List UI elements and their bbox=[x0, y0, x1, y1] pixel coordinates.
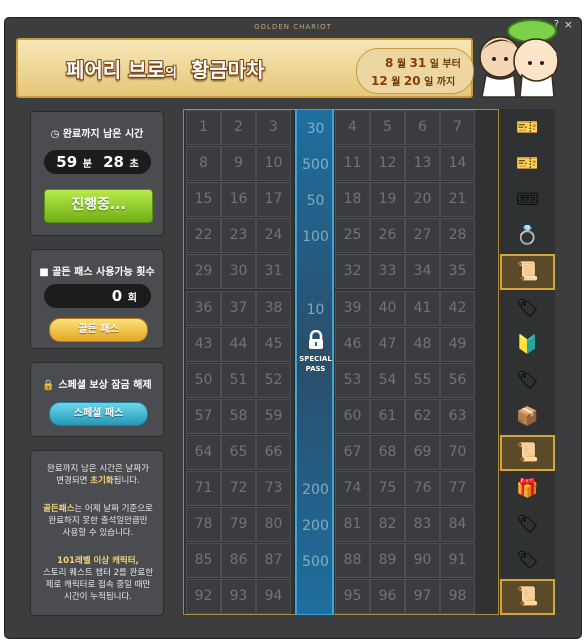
day-cell: 80 bbox=[256, 507, 291, 542]
in-progress-button[interactable]: 진행중... bbox=[44, 189, 153, 223]
event-banner: 페어리 브로의 황금마차 8 월 31 일 부터 12 월 20 일 까지 bbox=[16, 38, 474, 98]
attendance-grid: SPECIAL PASS 30 500 50 100 10 200 200 500 12345… bbox=[183, 109, 555, 615]
day-cell: 59 bbox=[256, 399, 291, 434]
special-reward-item bbox=[297, 436, 334, 472]
day-cell: 8 bbox=[186, 146, 221, 181]
end-date: 12 월 20 일 까지 bbox=[371, 74, 456, 88]
notes-panel: 완료까지 남은 시간은 날짜가 변경되면 초기화됩니다. 골든패스는 어제 날짜 … bbox=[30, 450, 164, 616]
day-cell: 24 bbox=[256, 218, 291, 253]
nameplate-icon[interactable]: 🏷 bbox=[500, 543, 555, 579]
note-requirement: 101레벨 이상 캐릭터, 스토리 퀘스트 챕터 2를 완료한 제로 캐릭터로 접속… bbox=[42, 556, 154, 602]
day-cell: 44 bbox=[221, 327, 256, 362]
day-cell: 66 bbox=[256, 435, 291, 470]
day-cell: 30 bbox=[221, 254, 256, 289]
day-cell: 58 bbox=[221, 399, 256, 434]
ticket-icon[interactable]: 🎟 bbox=[500, 182, 555, 218]
day-cell: 17 bbox=[256, 182, 291, 217]
timer-label: ◷ 완료까지 남은 시간 bbox=[50, 129, 144, 140]
golden-pass-label: ■ 골든 패스 사용가능 횟수 bbox=[39, 267, 155, 278]
day-cell: 45 bbox=[256, 327, 291, 362]
day-cell: 15 bbox=[186, 182, 221, 217]
start-date: 8 월 31 일 부터 bbox=[385, 56, 461, 70]
day-cell: 94 bbox=[256, 579, 291, 614]
day-cell: 23 bbox=[221, 218, 256, 253]
day-cell: 37 bbox=[221, 291, 256, 326]
scroll-icon[interactable]: 📜 bbox=[500, 435, 555, 471]
day-cell: 65 bbox=[221, 435, 256, 470]
golden-pass-button[interactable]: 골든 패스 bbox=[49, 318, 148, 342]
special-reward-item: 500 bbox=[302, 157, 329, 173]
day-cell: 31 bbox=[256, 254, 291, 289]
day-cell: 29 bbox=[186, 254, 221, 289]
day-cell: 51 bbox=[221, 363, 256, 398]
day-cell: 72 bbox=[221, 471, 256, 506]
day-cell: 2 bbox=[221, 110, 256, 145]
special-unlock-label: 🔒 스페셜 보상 잠금 해제 bbox=[42, 380, 152, 391]
chest-icon[interactable]: 🎁 bbox=[500, 471, 555, 507]
timer-panel: ◷ 완료까지 남은 시간 59 분 28 초 진행중... bbox=[30, 111, 164, 236]
special-reward-item: 500 bbox=[302, 554, 329, 570]
scroll-icon[interactable]: 📜 bbox=[500, 579, 555, 615]
ring-icon[interactable]: 💍 bbox=[500, 218, 555, 254]
day-cell: 16 bbox=[221, 182, 256, 217]
coupon-icon[interactable]: 🎫 bbox=[500, 110, 555, 146]
special-reward-item: 10 bbox=[306, 302, 325, 318]
special-reward-item: 30 bbox=[306, 121, 325, 137]
day-cell: 85 bbox=[186, 543, 221, 578]
nameplate-icon[interactable]: 🏷 bbox=[500, 507, 555, 543]
golden-pass-panel: ■ 골든 패스 사용가능 횟수 0 회 골든 패스 bbox=[30, 249, 164, 349]
banner-title: 페어리 브로의 황금마차 bbox=[66, 58, 265, 82]
day-cell: 10 bbox=[256, 146, 291, 181]
day-cell: 86 bbox=[221, 543, 256, 578]
day-cell: 57 bbox=[186, 399, 221, 434]
fairy-bro-mascot-icon bbox=[479, 19, 559, 98]
day-cell: 87 bbox=[256, 543, 291, 578]
day-cell: 1 bbox=[186, 110, 221, 145]
special-reward-item bbox=[297, 580, 334, 616]
nameplate-icon[interactable]: 🏷 bbox=[500, 291, 555, 327]
day-cell: 3 bbox=[256, 110, 291, 145]
special-reward-item bbox=[297, 255, 334, 291]
day-cell: 64 bbox=[186, 435, 221, 470]
note-reset: 완료까지 남은 시간은 날짜가 변경되면 초기화됩니다. bbox=[47, 464, 149, 486]
reward-column-frame-right bbox=[333, 109, 499, 615]
special-reward-item bbox=[297, 328, 334, 364]
day-cell: 73 bbox=[256, 471, 291, 506]
badge-icon[interactable]: 🔰 bbox=[500, 327, 555, 363]
scroll-icon[interactable]: 📜 bbox=[500, 254, 555, 290]
event-period: 8 월 31 일 부터 12 월 20 일 까지 bbox=[356, 48, 474, 94]
day-cell: 78 bbox=[186, 507, 221, 542]
special-reward-item bbox=[297, 400, 334, 436]
special-reward-item bbox=[297, 364, 334, 400]
day-cell: 79 bbox=[221, 507, 256, 542]
day-cell: 52 bbox=[256, 363, 291, 398]
day-cell: 36 bbox=[186, 291, 221, 326]
day-cell: 22 bbox=[186, 218, 221, 253]
special-pass-panel: 🔒 스페셜 보상 잠금 해제 스페셜 패스 bbox=[30, 362, 164, 437]
day-cell: 50 bbox=[186, 363, 221, 398]
special-reward-item: 50 bbox=[306, 193, 325, 209]
nameplate-icon[interactable]: 🏷 bbox=[500, 363, 555, 399]
day-cell: 9 bbox=[221, 146, 256, 181]
timer-display: 59 분 28 초 bbox=[44, 150, 151, 174]
special-reward-item: 200 bbox=[302, 482, 329, 498]
special-reward-item: 200 bbox=[302, 518, 329, 534]
day-cell: 71 bbox=[186, 471, 221, 506]
note-golden-pass: 골든패스는 어제 날짜 기준으로 완료하지 못한 출석일만큼만 사용할 수 있습니다… bbox=[43, 504, 153, 538]
day-cell: 43 bbox=[186, 327, 221, 362]
day-cell: 92 bbox=[186, 579, 221, 614]
box-icon[interactable]: 📦 bbox=[500, 399, 555, 435]
special-reward-column: SPECIAL PASS 30 500 50 100 10 200 200 500 bbox=[296, 109, 333, 615]
golden-pass-count: 0 회 bbox=[44, 284, 151, 308]
coupon-icon[interactable]: 🎫 bbox=[500, 146, 555, 182]
special-reward-item: 100 bbox=[302, 229, 329, 245]
day-cell: 38 bbox=[256, 291, 291, 326]
special-pass-button[interactable]: 스페셜 패스 bbox=[49, 402, 148, 426]
day-cell: 93 bbox=[221, 579, 256, 614]
